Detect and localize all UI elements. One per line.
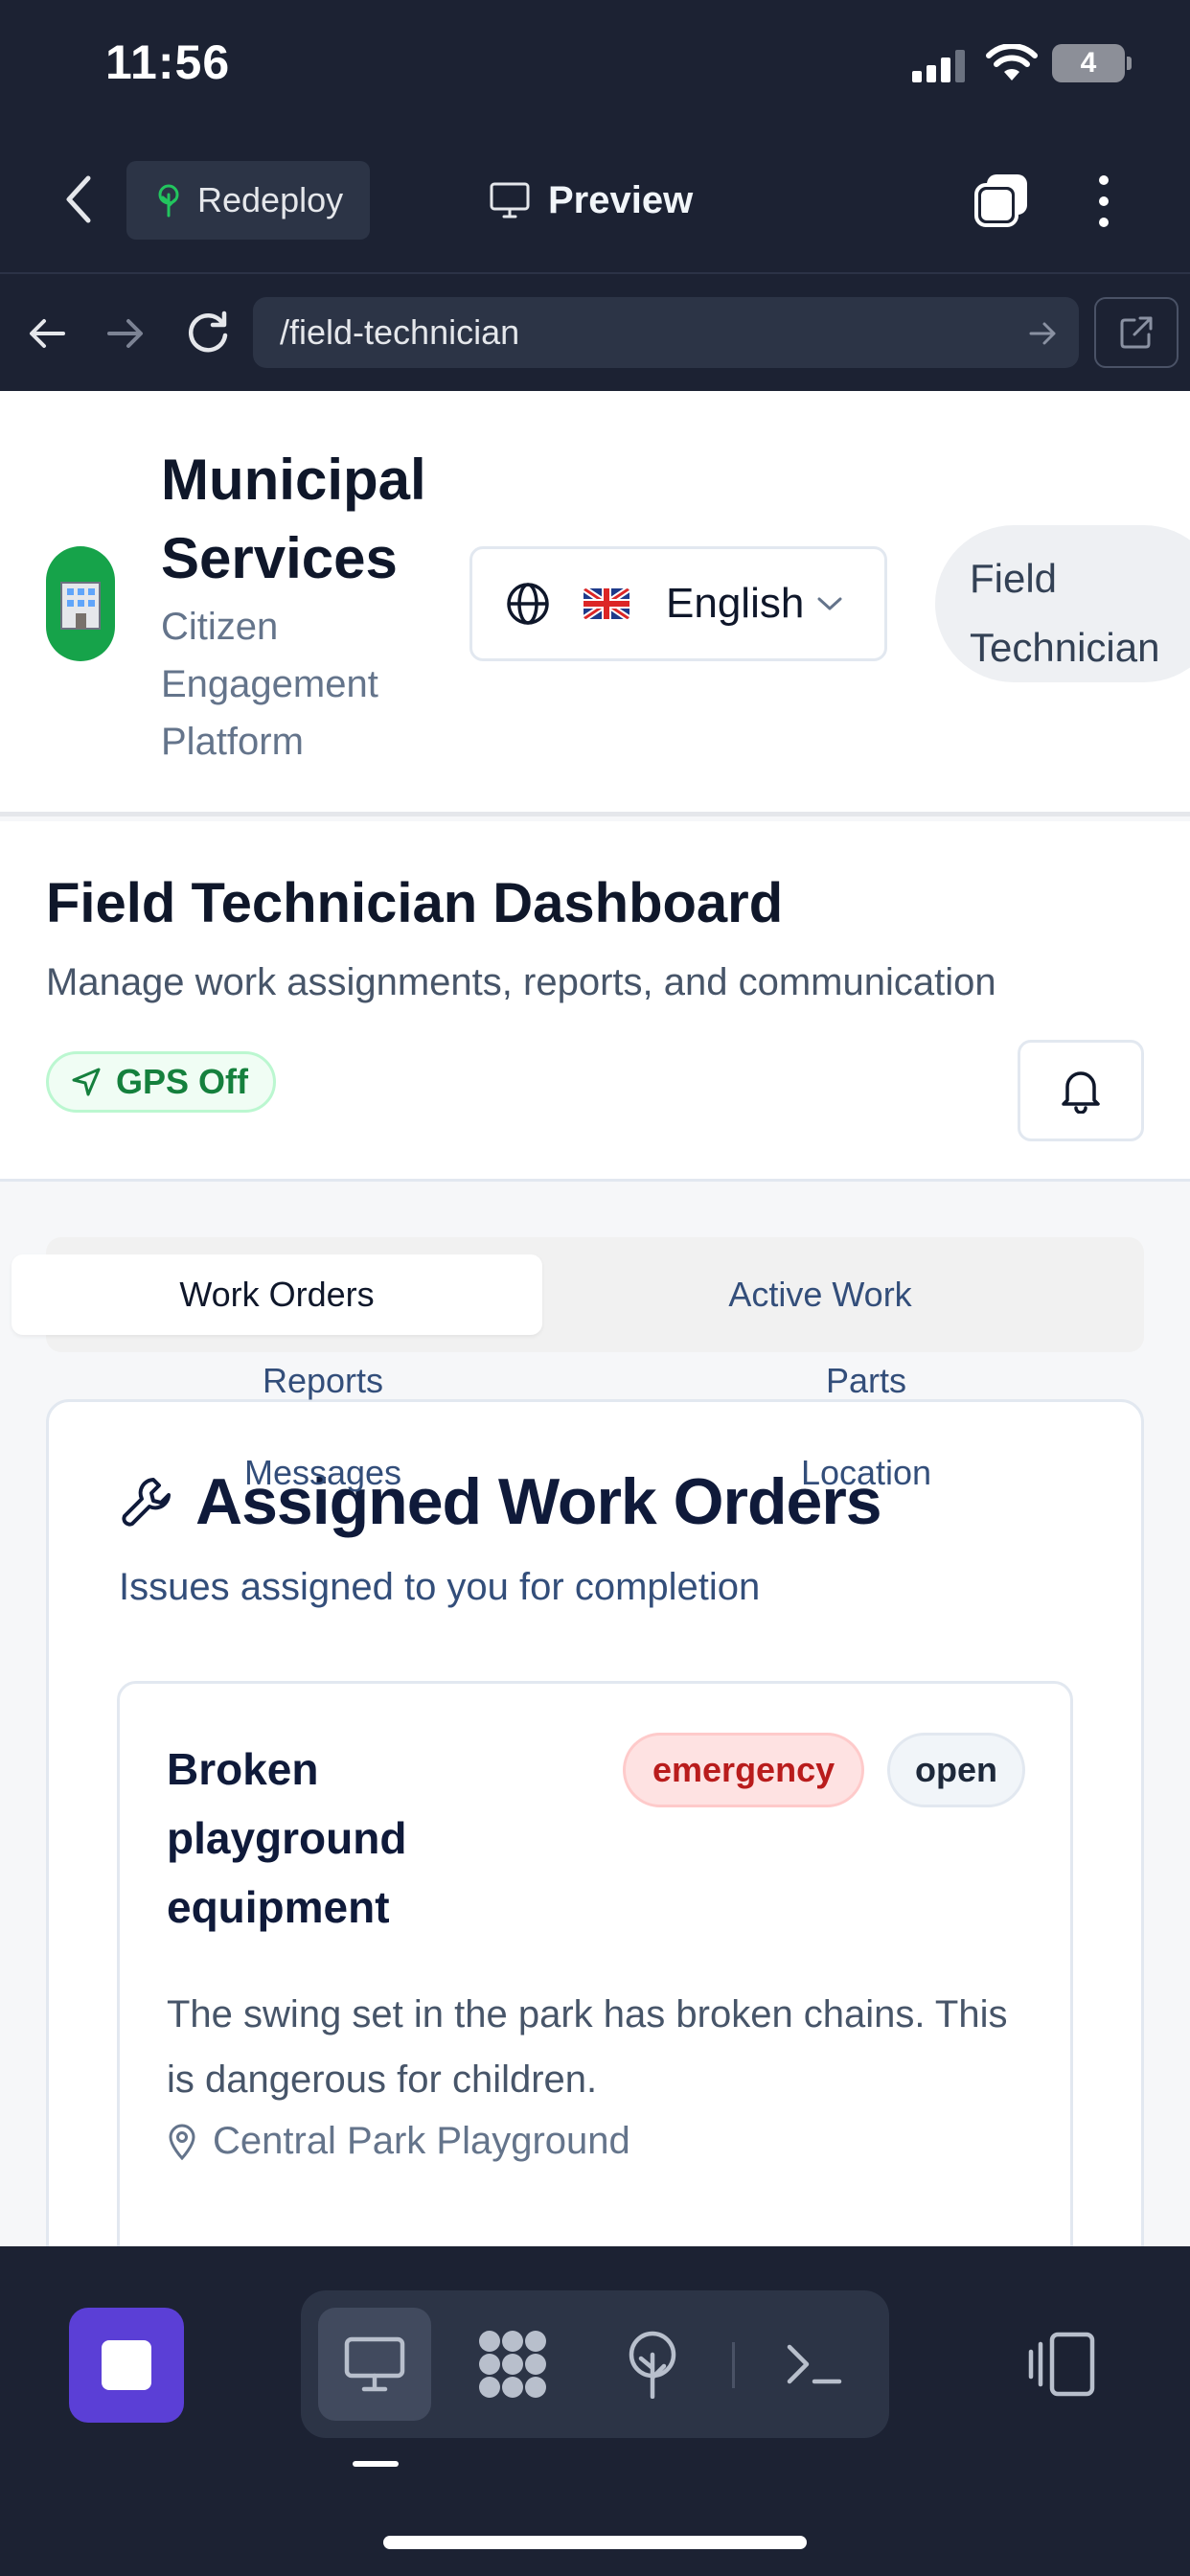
- building-logo-icon: [46, 546, 115, 661]
- back-chevron-icon[interactable]: [59, 172, 98, 226]
- open-external-button[interactable]: [1094, 297, 1179, 368]
- site-header: Municipal Services Citizen Engagement Pl…: [0, 391, 1190, 816]
- page-subtitle: Manage work assignments, reports, and co…: [46, 961, 996, 1003]
- desktop-icon[interactable]: [318, 2308, 431, 2421]
- preview-label: Preview: [548, 178, 694, 221]
- gps-status-label: GPS Off: [116, 1062, 249, 1101]
- wifi-icon: [986, 44, 1038, 80]
- go-arrow-icon[interactable]: [1027, 318, 1058, 349]
- card-subtitle: Issues assigned to you for completion: [119, 1566, 761, 1608]
- tabs-icon[interactable]: [973, 172, 1029, 228]
- gps-status-badge[interactable]: GPS Off: [46, 1051, 277, 1113]
- tab-parts[interactable]: Parts: [675, 1361, 1058, 1401]
- role-badge: Field Technician: [935, 525, 1190, 682]
- work-order-description: The swing set in the park has broken cha…: [167, 1993, 1008, 2101]
- terminal-icon[interactable]: [757, 2308, 870, 2421]
- redeploy-label: Redeploy: [197, 180, 344, 219]
- reload-icon[interactable]: [184, 309, 232, 356]
- battery-icon: 4: [1052, 44, 1132, 82]
- web-viewport: Municipal Services Citizen Engagement Pl…: [0, 391, 1190, 2246]
- more-options-icon[interactable]: [1092, 172, 1115, 230]
- url-field[interactable]: /field-technician: [253, 297, 1079, 368]
- deploy-tree-icon: [158, 184, 179, 218]
- bell-icon: [1062, 1071, 1100, 1114]
- notifications-button[interactable]: [1018, 1040, 1144, 1141]
- grid-icon[interactable]: [456, 2308, 569, 2421]
- home-indicator: [383, 2536, 807, 2549]
- signal-icon: [912, 50, 966, 82]
- brand-subtitle: Citizen Engagement Platform: [161, 606, 378, 763]
- device-icon[interactable]: [1027, 2331, 1096, 2398]
- work-order-title: Broken playground equipment: [167, 1744, 407, 1932]
- tab-work-orders[interactable]: Work Orders: [11, 1254, 542, 1335]
- page-title: Field Technician Dashboard: [46, 872, 784, 934]
- uk-flag-icon: [584, 588, 629, 619]
- priority-badge: emergency: [623, 1733, 865, 1807]
- monitor-icon: [490, 182, 530, 218]
- stop-icon: [102, 2340, 151, 2390]
- tab-location[interactable]: Location: [675, 1453, 1058, 1493]
- browser-forward-icon[interactable]: [103, 311, 148, 356]
- status-badge: open: [887, 1733, 1025, 1807]
- url-text: /field-technician: [280, 312, 520, 352]
- preview-button[interactable]: Preview: [489, 161, 693, 240]
- brand-title: Municipal Services: [161, 448, 426, 590]
- language-select[interactable]: English: [469, 546, 887, 661]
- tab-active-work[interactable]: Active Work: [554, 1254, 1087, 1335]
- external-link-icon: [1120, 316, 1153, 349]
- language-label: English: [666, 580, 805, 627]
- work-order-location: Central Park Playground: [167, 2120, 630, 2163]
- chevron-down-icon: [817, 597, 842, 610]
- status-time: 11:56: [105, 35, 231, 89]
- status-bar: 11:56 4: [0, 0, 1190, 134]
- stop-button[interactable]: [69, 2308, 184, 2423]
- dock-separator: [732, 2342, 735, 2388]
- navigation-arrow-icon: [72, 1068, 101, 1096]
- active-tab-indicator: [353, 2461, 399, 2467]
- tab-messages[interactable]: Messages: [131, 1453, 515, 1493]
- browser-back-icon[interactable]: [25, 311, 69, 356]
- redeploy-button[interactable]: Redeploy: [126, 161, 370, 240]
- dashboard-header: Field Technician Dashboard Manage work a…: [0, 821, 1190, 1182]
- tab-reports[interactable]: Reports: [131, 1361, 515, 1401]
- globe-icon: [507, 583, 549, 625]
- work-order-location-label: Central Park Playground: [213, 2120, 630, 2162]
- map-pin-icon: [169, 2124, 195, 2160]
- deploy-icon[interactable]: [596, 2308, 709, 2421]
